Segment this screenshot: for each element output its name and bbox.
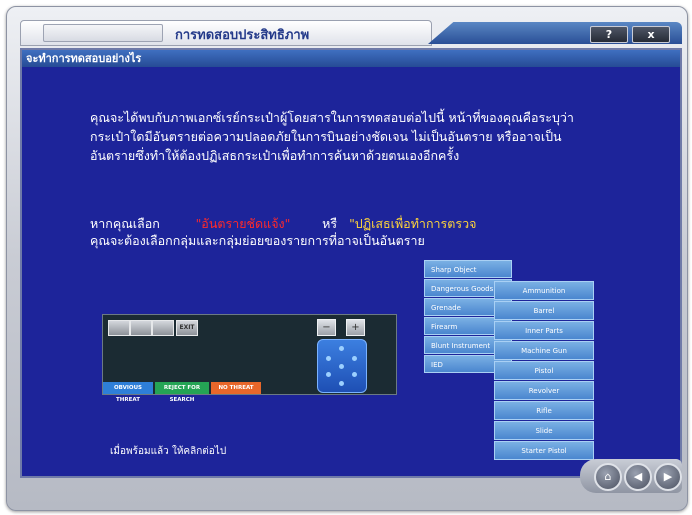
sim-button-2 (130, 320, 152, 336)
ready-prompt: เมื่อพร้อมแล้ว ให้คลิกต่อไป (110, 446, 227, 457)
subcategory-item[interactable]: Revolver (494, 381, 594, 400)
choice-prefix: หากคุณเลือก (90, 216, 160, 231)
subcategory-item[interactable]: Starter Pistol (494, 441, 594, 460)
subcategory-item[interactable]: Barrel (494, 301, 594, 320)
subcategory-item[interactable]: Machine Gun (494, 341, 594, 360)
choice-line2: คุณจะต้องเลือกกลุ่มและกลุ่มย่อยของรายการ… (90, 233, 425, 248)
simulator-footer: OBVIOUS THREAT REJECT FOR SEARCH NO THRE… (103, 382, 261, 403)
no-threat-tab: NO THREAT (211, 382, 261, 394)
back-icon[interactable]: ◀ (624, 463, 652, 491)
sim-button-3 (152, 320, 174, 336)
help-button[interactable]: ? (590, 26, 628, 43)
zoom-in-icon: + (346, 319, 365, 336)
home-icon[interactable]: ⌂ (594, 463, 622, 491)
category-item[interactable]: Sharp Object (424, 260, 512, 278)
reject-search-label: "ปฏิเสธเพื่อทำการตรวจ (349, 216, 477, 231)
subcategory-item[interactable]: Rifle (494, 401, 594, 420)
title-tab: การทดสอบประสิทธิภาพ (20, 20, 432, 46)
reject-for-search-tab: REJECT FOR SEARCH (155, 382, 209, 403)
subcategory-item[interactable]: Ammunition (494, 281, 594, 300)
next-icon[interactable]: ▶ (654, 463, 682, 491)
sim-button-1 (108, 320, 130, 336)
title-slot (43, 24, 163, 42)
instructions-line: กระเป๋าใดมีอันตรายต่อความปลอดภัยในการบิน… (90, 129, 562, 144)
title-bar: การทดสอบประสิทธิภาพ ? x (8, 20, 684, 46)
content-panel: จะทำการทดสอบอย่างไร คุณจะได้พบกับภาพเอกซ… (20, 48, 682, 478)
subcategory-item[interactable]: Slide (494, 421, 594, 440)
simulator-preview: EXIT − + OBVIOUS THREAT REJECT FOR SEARC… (102, 314, 397, 403)
section-header: จะทำการทดสอบอย่างไร (22, 50, 680, 67)
subcategory-item[interactable]: Pistol (494, 361, 594, 380)
close-button[interactable]: x (632, 26, 670, 43)
subcategory-menu: Ammunition Barrel Inner Parts Machine Gu… (494, 281, 594, 461)
sim-exit-button: EXIT (176, 320, 198, 336)
zoom-out-icon: − (317, 319, 336, 336)
obvious-threat-label: "อันตรายชัดแจ้ง" (195, 216, 291, 231)
instructions-line: อันตรายซึ่งทำให้ต้องปฏิเสธกระเป๋าเพื่อทำ… (90, 148, 460, 163)
window-title: การทดสอบประสิทธิภาพ (175, 28, 310, 43)
obvious-threat-tab: OBVIOUS THREAT (103, 382, 153, 403)
choice-text: หากคุณเลือก "อันตรายชัดแจ้ง" หรื "ปฏิเสธ… (90, 215, 476, 249)
instructions-text: คุณจะได้พบกับภาพเอกซ์เรย์กระเป๋าผู้โดยสา… (90, 108, 650, 165)
instructions-line: คุณจะได้พบกับภาพเอกซ์เรย์กระเป๋าผู้โดยสา… (90, 110, 574, 125)
subcategory-item[interactable]: Inner Parts (494, 321, 594, 340)
directional-pad-icon (317, 339, 367, 393)
choice-or: หรื (322, 216, 338, 231)
